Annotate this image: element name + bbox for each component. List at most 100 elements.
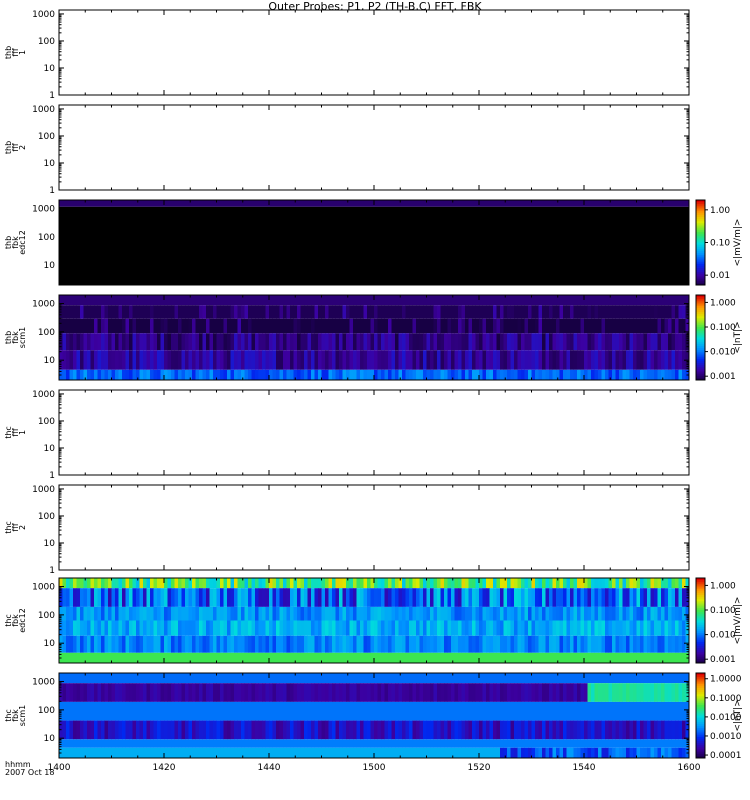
heatmap-cell [349, 683, 354, 702]
heatmap-cell [335, 606, 340, 621]
heatmap-cell [374, 369, 378, 380]
heatmap-cell [248, 635, 252, 653]
heatmap-cell [636, 305, 641, 319]
heatmap-cell [307, 578, 312, 589]
heatmap-cell [363, 318, 368, 334]
heatmap-cell [216, 350, 221, 370]
heatmap-cell [398, 588, 403, 607]
heatmap-cell [479, 720, 483, 740]
heatmap-cell [174, 305, 179, 319]
heatmap-cell [570, 620, 574, 636]
heatmap-cell [346, 350, 350, 370]
heatmap-cell [314, 350, 319, 370]
heatmap-cell [339, 350, 343, 370]
heatmap-cell [90, 318, 95, 334]
heatmap-cell [510, 318, 515, 334]
heatmap-cell [195, 350, 200, 370]
heatmap-cell [577, 635, 581, 653]
heatmap-cell [598, 350, 602, 370]
heatmap-cell [241, 606, 245, 621]
heatmap-cell [612, 333, 616, 351]
heatmap-cell [272, 620, 277, 636]
heatmap-cell [216, 305, 221, 319]
heatmap-cell [311, 747, 315, 758]
heatmap-cell [440, 350, 445, 370]
heatmap-cell [612, 747, 616, 758]
heatmap-cell [185, 369, 189, 380]
heatmap-cell [143, 720, 147, 740]
heatmap-cell [384, 747, 389, 758]
heatmap-cell [185, 606, 189, 621]
heatmap-cell [223, 350, 228, 370]
heatmap-cell [66, 720, 70, 740]
heatmap-cell [195, 720, 200, 740]
heatmap-cell [542, 606, 546, 621]
heatmap-cell [325, 578, 329, 589]
heatmap-cell [517, 683, 522, 702]
heatmap-cell [108, 635, 112, 653]
heatmap-cell [153, 318, 158, 334]
heatmap-cell [272, 606, 277, 621]
heatmap-cell [87, 333, 91, 351]
heatmap-cell [454, 720, 459, 740]
heatmap-cell [94, 578, 98, 589]
heatmap-cell [377, 720, 382, 740]
heatmap-cell [223, 333, 228, 351]
heatmap-cell [283, 305, 287, 319]
heatmap-cell [587, 683, 592, 702]
heatmap-cell [129, 635, 133, 653]
heatmap-cell [398, 720, 403, 740]
heatmap-cell [178, 747, 182, 758]
heatmap-cell [318, 333, 322, 351]
heatmap-cell [612, 620, 616, 636]
heatmap-cell [647, 305, 651, 319]
heatmap-cell [171, 333, 175, 351]
heatmap-cell [626, 620, 630, 636]
heatmap-cell [528, 606, 532, 621]
heatmap-cell [545, 369, 550, 380]
heatmap-cell [594, 305, 599, 319]
heatmap-cell [269, 606, 273, 621]
heatmap-cell [129, 620, 133, 636]
heatmap-cell [486, 578, 490, 589]
heatmap-cell [514, 369, 518, 380]
heatmap-cell [619, 350, 623, 370]
heatmap-cell [531, 720, 536, 740]
heatmap-cell [601, 318, 606, 334]
heatmap-cell [181, 620, 186, 636]
heatmap-cell [265, 635, 270, 653]
heatmap-cell [570, 578, 574, 589]
heatmap-cell [332, 635, 336, 653]
heatmap-cell [458, 720, 462, 740]
heatmap-cell [118, 350, 123, 370]
heatmap-cell [290, 620, 294, 636]
heatmap-cell [605, 683, 609, 702]
heatmap-cell [104, 578, 109, 589]
heatmap-cell [493, 578, 497, 589]
heatmap-cell [199, 369, 203, 380]
heatmap-cell [668, 369, 672, 380]
heatmap-cell [206, 333, 210, 351]
y-axis-label: scm1 [18, 327, 27, 348]
heatmap-cell [279, 747, 284, 758]
heatmap-cell [73, 620, 77, 636]
heatmap-cell [535, 305, 539, 319]
heatmap-cell [146, 720, 151, 740]
heatmap-cell [521, 720, 525, 740]
heatmap-cell [430, 305, 434, 319]
heatmap-cell [363, 350, 368, 370]
heatmap-cell [437, 588, 441, 607]
heatmap-cell [171, 720, 175, 740]
heatmap-cell [367, 588, 371, 607]
heatmap-cell [664, 305, 669, 319]
heatmap-cell [360, 747, 364, 758]
heatmap-cell [73, 588, 77, 607]
heatmap-cell [360, 318, 364, 334]
heatmap-cell [97, 635, 102, 653]
heatmap-cell [185, 683, 189, 702]
heatmap-cell [549, 747, 553, 758]
heatmap-cell [409, 305, 413, 319]
heatmap-cell [598, 747, 602, 758]
heatmap-cell [643, 369, 648, 380]
heatmap-cell [395, 747, 399, 758]
